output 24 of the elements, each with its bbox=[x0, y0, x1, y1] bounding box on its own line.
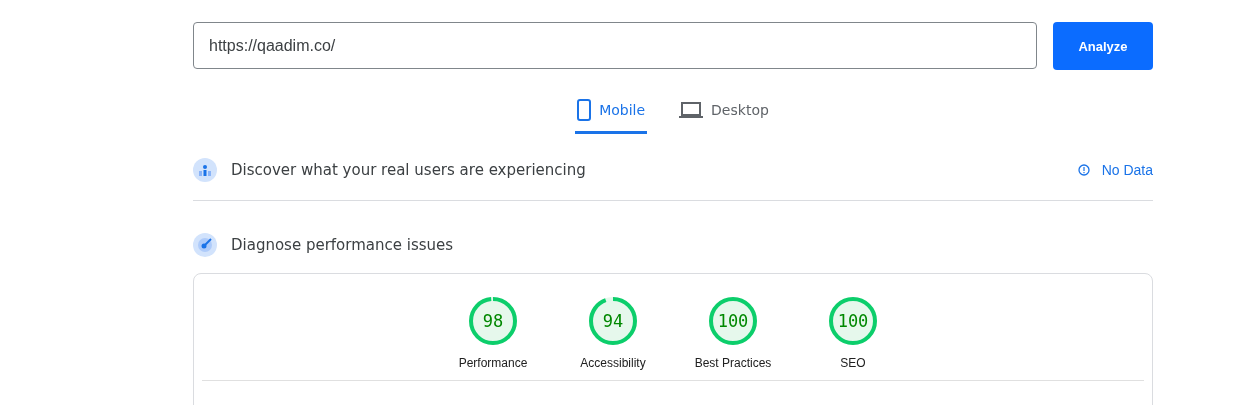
laptop-icon bbox=[679, 101, 704, 119]
score-label: Best Practices bbox=[694, 356, 772, 370]
score-label: SEO bbox=[840, 356, 866, 370]
device-tab[interactable]: Desktop bbox=[677, 99, 771, 134]
phone-icon bbox=[577, 99, 592, 121]
users-icon bbox=[193, 158, 217, 182]
url-field[interactable]: https://qaadim.co/ bbox=[193, 22, 1037, 69]
gauge-icon bbox=[193, 233, 217, 257]
score-gauge bbox=[828, 296, 878, 346]
info-icon bbox=[1077, 164, 1090, 176]
score-gauge bbox=[468, 296, 518, 346]
score-gauge bbox=[708, 296, 758, 346]
section-title: Discover what your real users are experiencing bbox=[231, 161, 587, 179]
score-label: Accessibility bbox=[580, 356, 646, 370]
no-data-link[interactable]: No Data bbox=[1077, 162, 1153, 178]
section-title: Diagnose performance issues bbox=[231, 236, 455, 254]
device-tab[interactable]: Mobile bbox=[575, 99, 648, 134]
analyze-button[interactable]: Analyze bbox=[1053, 22, 1153, 70]
score-value: 98 bbox=[482, 312, 504, 330]
score-label: Performance bbox=[458, 356, 528, 370]
score-value: 100 bbox=[837, 312, 869, 330]
score-value: 100 bbox=[717, 312, 749, 330]
score-gauge bbox=[588, 296, 638, 346]
score-value: 94 bbox=[602, 312, 624, 330]
